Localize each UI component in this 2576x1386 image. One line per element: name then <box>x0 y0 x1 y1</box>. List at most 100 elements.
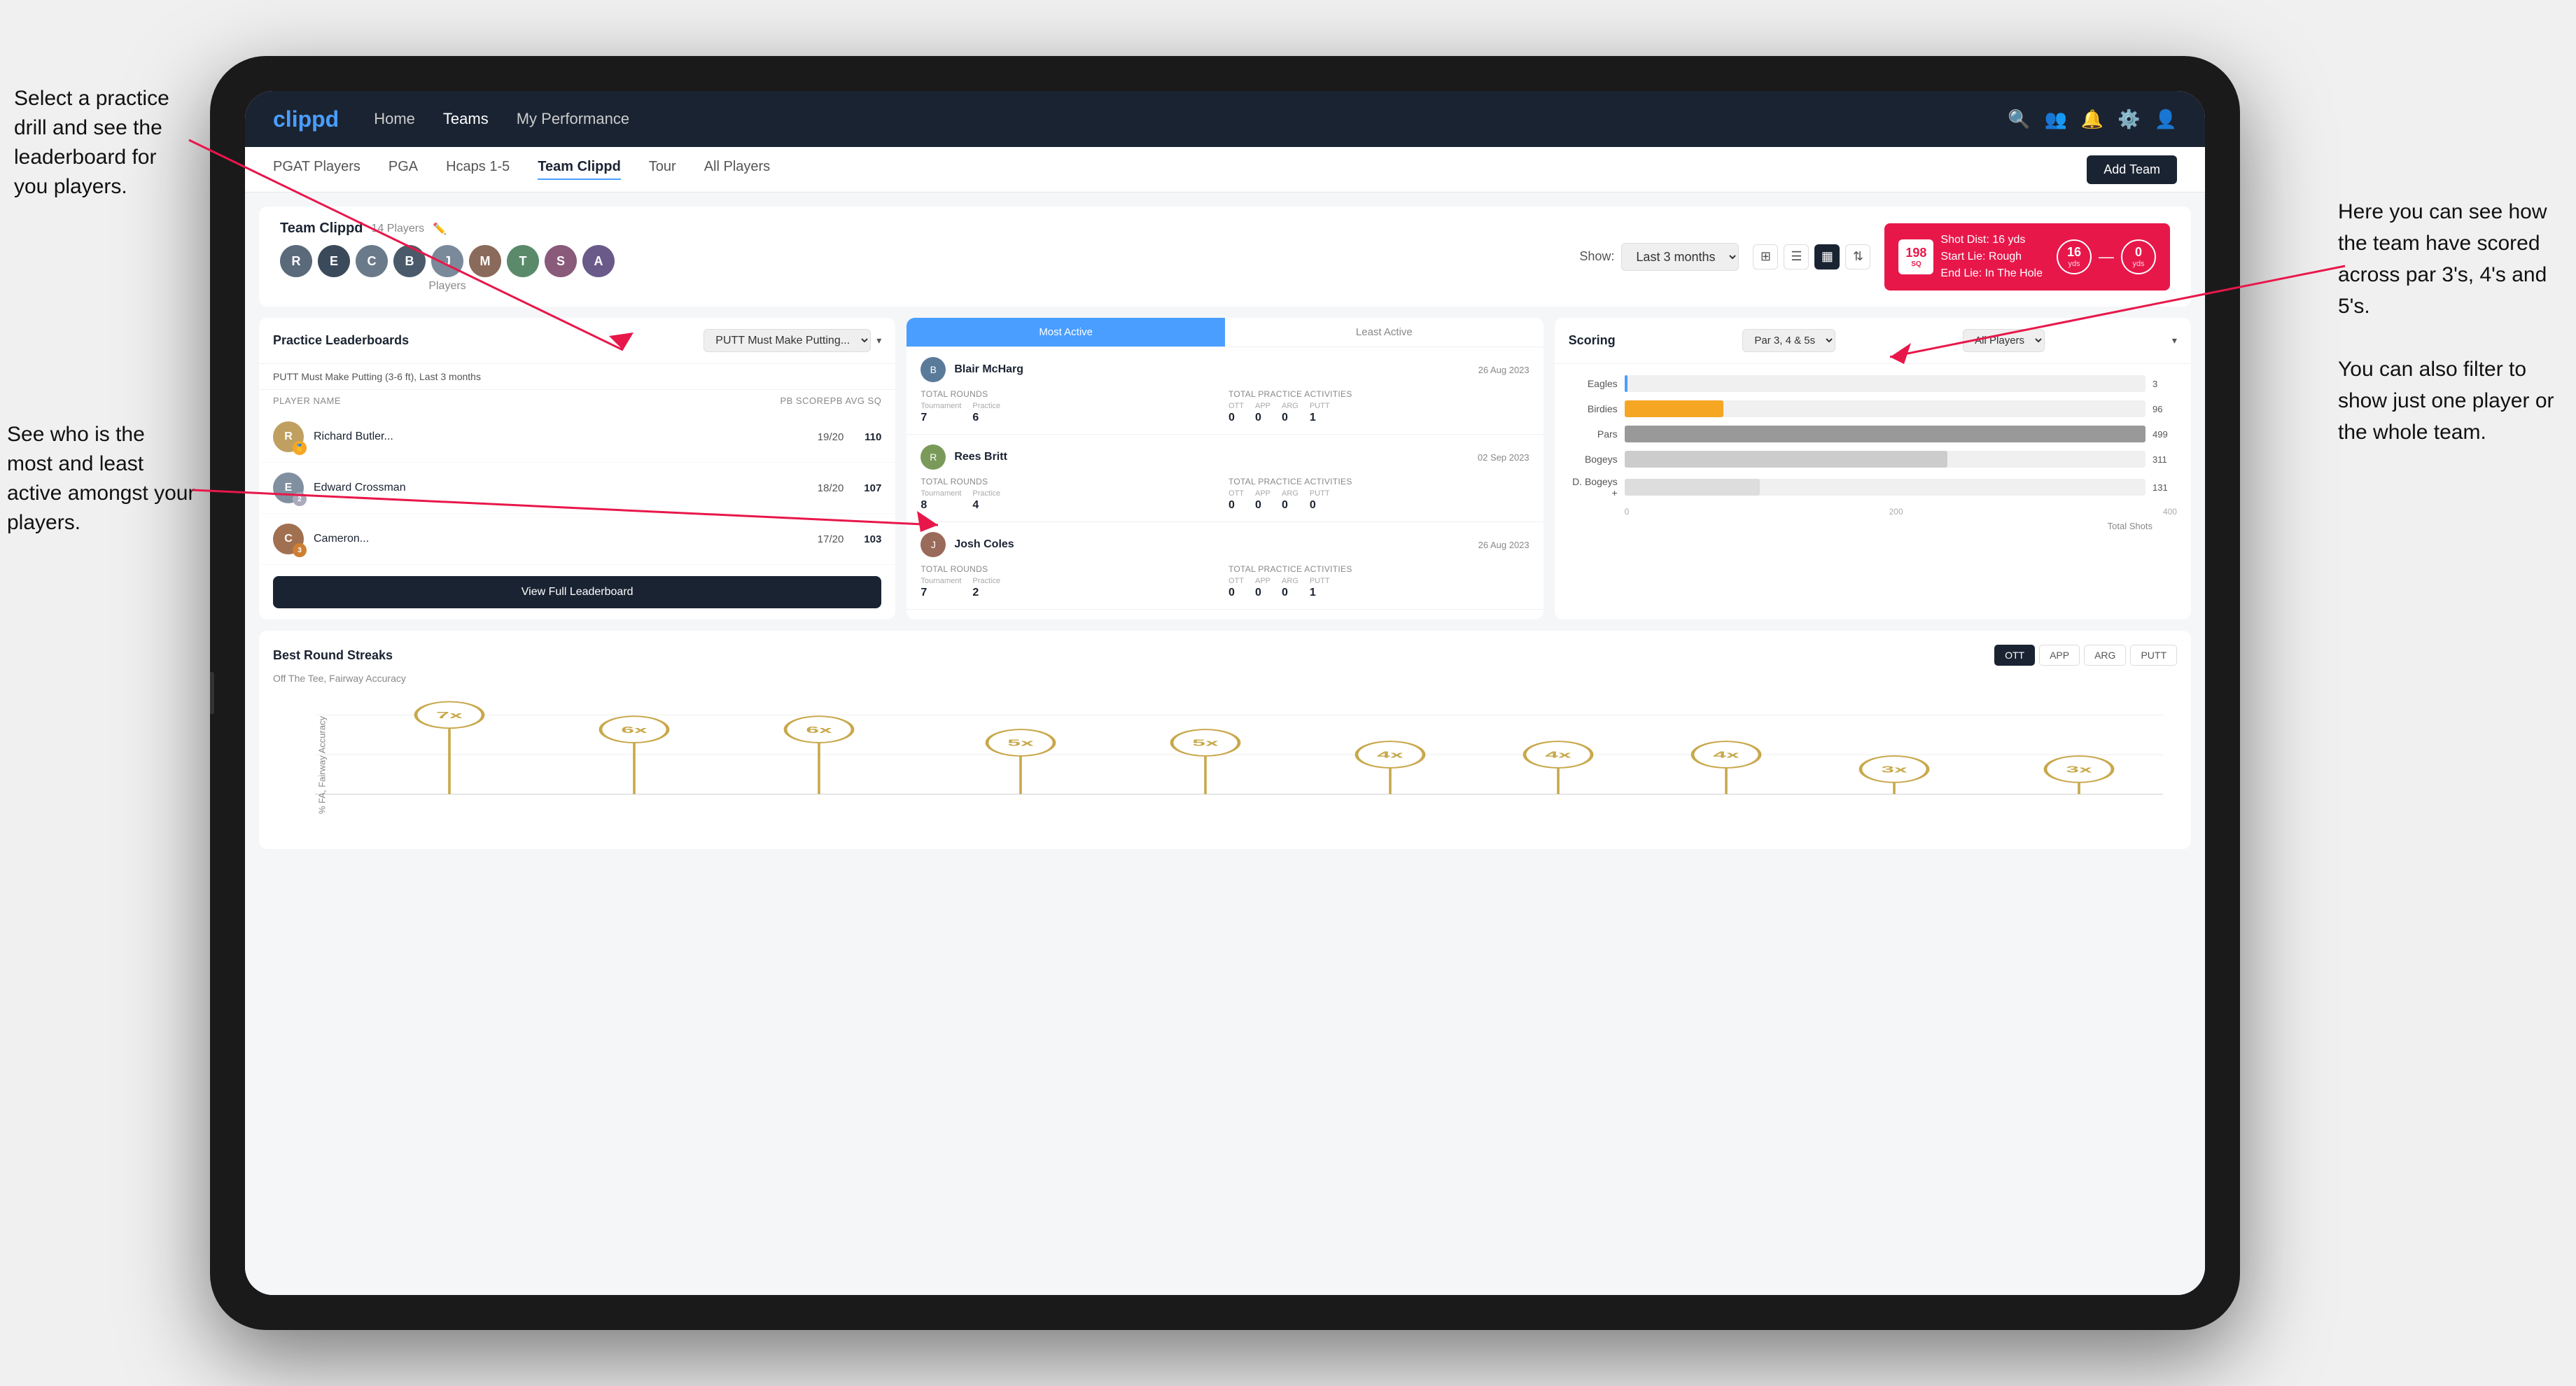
streaks-filter-group: OTT APP ARG PUTT <box>1994 645 2177 666</box>
leaderboard-header: Practice Leaderboards PUTT Must Make Put… <box>259 318 895 364</box>
list-view-icon[interactable]: ☰ <box>1784 244 1809 270</box>
subnav-pga[interactable]: PGA <box>388 159 418 180</box>
card-view-icon[interactable]: ▦ <box>1814 244 1840 270</box>
col-pb-score: PB SCORE <box>780 396 830 406</box>
stat-values: Tournament 8 Practice 4 <box>920 489 1222 512</box>
shot-number: 198 SQ <box>1898 239 1933 274</box>
svg-text:3x: 3x <box>2066 764 2092 775</box>
players-filter-select[interactable]: All Players <box>1963 329 2045 352</box>
active-date: 26 Aug 2023 <box>1478 365 1530 375</box>
app-col: APP 0 <box>1255 577 1270 599</box>
player-avatar: C 3 <box>273 524 304 554</box>
people-icon[interactable]: 👥 <box>2045 108 2067 130</box>
active-stats: Total Rounds Tournament 7 Practice 2 <box>920 564 1529 599</box>
par-filter-select[interactable]: Par 3, 4 & 5s <box>1742 329 1835 352</box>
settings-icon[interactable]: ⚙️ <box>2118 108 2140 130</box>
best-round-streaks-section: Best Round Streaks OTT APP ARG PUTT Off … <box>259 631 2191 849</box>
leaderboard-title: Practice Leaderboards <box>273 333 409 348</box>
tab-least-active[interactable]: Least Active <box>1225 318 1544 346</box>
tournament-label: Tournament <box>920 402 961 410</box>
subnav-hcaps[interactable]: Hcaps 1-5 <box>446 159 510 180</box>
avatar[interactable]: T <box>507 245 539 277</box>
sort-icon[interactable]: ⇅ <box>1845 244 1870 270</box>
active-date: 02 Sep 2023 <box>1478 452 1530 463</box>
bar-fill-pars <box>1625 426 2146 442</box>
power-button <box>210 672 214 714</box>
total-rounds-label: Total Rounds <box>920 389 1222 399</box>
edit-icon[interactable]: ✏️ <box>433 222 447 236</box>
avatar[interactable]: J <box>431 245 463 277</box>
avatar[interactable]: C <box>356 245 388 277</box>
col-player-name: PLAYER NAME <box>273 396 780 406</box>
avatar[interactable]: M <box>469 245 501 277</box>
filter-putt-button[interactable]: PUTT <box>2130 645 2177 666</box>
view-full-leaderboard-button[interactable]: View Full Leaderboard <box>273 576 881 608</box>
player-avg: 107 <box>853 482 881 494</box>
streak-chart-svg: 7x 6x 6x 5x <box>315 695 2163 814</box>
avatar[interactable]: S <box>545 245 577 277</box>
scoring-bar-chart: Eagles 3 Birdies 96 <box>1555 364 2191 542</box>
team-avatars: R E C B J M T S A <box>280 245 615 277</box>
team-header: Team Clippd 14 Players ✏️ R E C B J M T <box>259 206 2191 307</box>
most-least-tabs: Most Active Least Active <box>906 318 1543 347</box>
bar-value-pars: 499 <box>2152 429 2177 440</box>
leaderboard-row: E 2 Edward Crossman 18/20 107 <box>259 463 895 514</box>
avatar-icon[interactable]: 👤 <box>2155 108 2177 130</box>
sub-navigation: PGAT Players PGA Hcaps 1-5 Team Clippd T… <box>245 147 2205 192</box>
total-rounds-group: Total Rounds Tournament 7 Practice 6 <box>920 389 1222 424</box>
bar-label-dbogeys: D. Bogeys + <box>1569 476 1618 498</box>
tournament-col: Tournament 8 <box>920 489 961 512</box>
team-right: Show: Last 3 months ⊞ ☰ ▦ ⇅ <box>1579 223 2170 290</box>
drill-select[interactable]: PUTT Must Make Putting... <box>704 329 871 352</box>
arg-col: ARG 0 <box>1282 577 1298 599</box>
shot-circles: 16 yds — 0 yds <box>2057 239 2156 274</box>
subnav-all-players[interactable]: All Players <box>704 159 770 180</box>
svg-text:4x: 4x <box>1713 750 1739 760</box>
bell-icon[interactable]: 🔔 <box>2081 108 2104 130</box>
active-card-header: R Rees Britt 02 Sep 2023 <box>920 444 1529 470</box>
filter-app-button[interactable]: APP <box>2039 645 2080 666</box>
nav-home[interactable]: Home <box>374 110 415 128</box>
active-player-name: Blair McHarg <box>954 363 1469 376</box>
active-card-header: B Blair McHarg 26 Aug 2023 <box>920 357 1529 382</box>
ott-col: OTT 0 <box>1228 402 1244 424</box>
app-col: APP 0 <box>1255 489 1270 512</box>
team-title: Team Clippd 14 Players ✏️ <box>280 220 615 237</box>
subnav-team-clippd[interactable]: Team Clippd <box>538 159 621 180</box>
avatar[interactable]: R <box>280 245 312 277</box>
active-avatar: J <box>920 532 946 557</box>
avatar[interactable]: A <box>582 245 615 277</box>
search-icon[interactable]: 🔍 <box>2008 108 2030 130</box>
subnav-tour[interactable]: Tour <box>649 159 676 180</box>
svg-text:6x: 6x <box>806 724 832 735</box>
grid-view-icon[interactable]: ⊞ <box>1753 244 1778 270</box>
shot-details: Shot Dist: 16 yds Start Lie: Rough End L… <box>1940 232 2043 282</box>
avatar[interactable]: B <box>393 245 426 277</box>
add-team-button[interactable]: Add Team <box>2087 155 2177 184</box>
nav-my-performance[interactable]: My Performance <box>517 110 629 128</box>
tournament-value: 7 <box>920 412 961 424</box>
active-date: 26 Aug 2023 <box>1478 540 1530 550</box>
leaderboard-filter: PUTT Must Make Putting... ▾ <box>704 329 881 352</box>
avatar[interactable]: E <box>318 245 350 277</box>
active-player-card: B Blair McHarg 26 Aug 2023 Total Rounds … <box>906 347 1543 435</box>
practice-label: Practice <box>972 402 1000 410</box>
svg-text:5x: 5x <box>1007 738 1033 748</box>
ott-col: OTT 0 <box>1228 577 1244 599</box>
filter-ott-button[interactable]: OTT <box>1994 645 2035 666</box>
bar-row-birdies: Birdies 96 <box>1569 400 2177 417</box>
bar-track <box>1625 375 2146 392</box>
active-card-header: J Josh Coles 26 Aug 2023 <box>920 532 1529 557</box>
practice-col: Practice 2 <box>972 577 1000 599</box>
nav-teams[interactable]: Teams <box>443 110 489 128</box>
chart-x-title: Total Shots <box>1569 521 2177 531</box>
bar-row-eagles: Eagles 3 <box>1569 375 2177 392</box>
time-filter-select[interactable]: Last 3 months <box>1621 243 1739 271</box>
tab-most-active[interactable]: Most Active <box>906 318 1225 346</box>
practice-activities-label: Total Practice Activities <box>1228 389 1530 399</box>
streaks-title: Best Round Streaks <box>273 648 393 663</box>
bar-value-dbogeys: 131 <box>2152 482 2177 493</box>
filter-arg-button[interactable]: ARG <box>2084 645 2126 666</box>
scoring-title: Scoring <box>1569 333 1616 348</box>
subnav-pgat[interactable]: PGAT Players <box>273 159 360 180</box>
